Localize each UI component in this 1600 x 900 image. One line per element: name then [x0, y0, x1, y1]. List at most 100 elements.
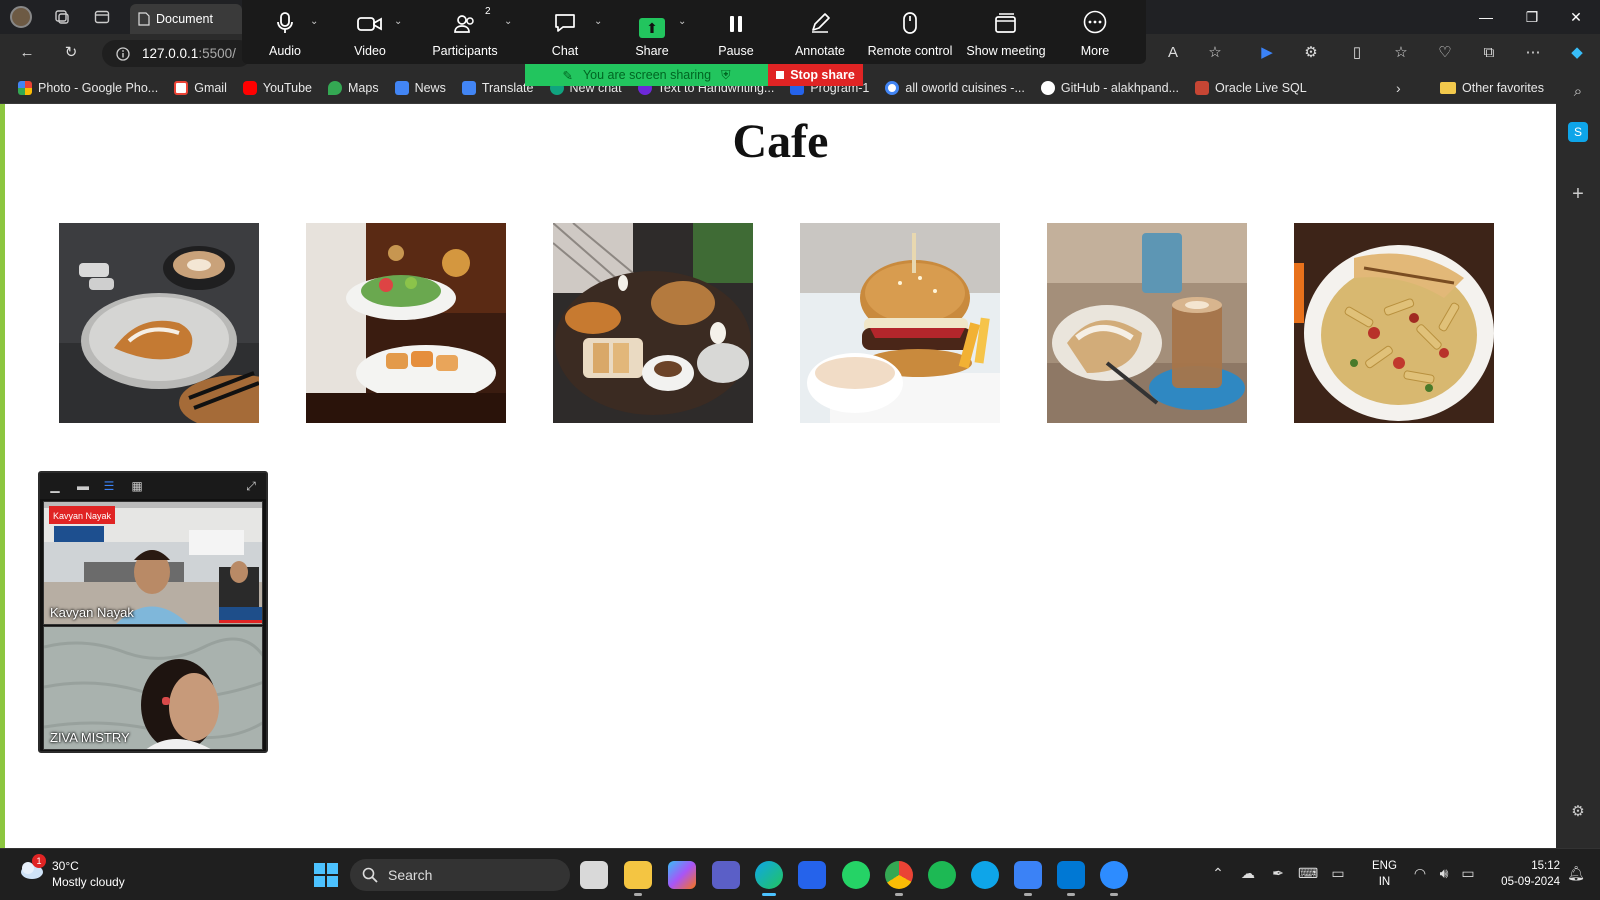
vscode-icon[interactable]: [1057, 861, 1085, 896]
notepad-icon[interactable]: [1014, 861, 1042, 896]
show-meeting-button[interactable]: Show meeting: [960, 0, 1052, 64]
chevron-down-icon[interactable]: ⌄: [504, 16, 512, 27]
favorite-label: YouTube: [262, 80, 312, 95]
gmail-icon: [174, 80, 189, 95]
tab-document[interactable]: Document: [130, 4, 242, 34]
favorite-item[interactable]: Oracle Live SQL: [1189, 76, 1313, 100]
close-icon[interactable]: ✕: [1556, 6, 1596, 28]
restore-icon[interactable]: ❐: [1512, 6, 1552, 28]
stop-share-button[interactable]: Stop share: [768, 64, 863, 86]
minimize-video-icon[interactable]: ▁: [48, 479, 62, 493]
chevron-down-icon[interactable]: ⌄: [394, 16, 402, 27]
chrome-icon[interactable]: [885, 861, 913, 896]
spotify-icon[interactable]: [928, 861, 956, 889]
battery-icon[interactable]: ▭: [1458, 865, 1478, 882]
file-explorer-icon[interactable]: [624, 861, 652, 896]
tab-actions-icon[interactable]: [94, 9, 110, 25]
pen-input-icon[interactable]: ✒: [1268, 865, 1288, 882]
video-button[interactable]: Video ⌄: [328, 0, 412, 64]
chevron-down-icon[interactable]: ⌄: [678, 16, 686, 27]
favorites-icon[interactable]: ☆: [1392, 44, 1410, 62]
skype-icon[interactable]: S: [1568, 122, 1588, 142]
chat-button[interactable]: Chat ⌄: [518, 0, 612, 64]
info-icon[interactable]: [116, 46, 130, 61]
address-bar[interactable]: 127.0.0.1:5500/: [102, 40, 252, 67]
pause-button[interactable]: Pause: [692, 0, 780, 64]
profile-avatar[interactable]: [10, 6, 32, 28]
remote-desktop-icon[interactable]: [798, 861, 826, 889]
camera-icon: [357, 14, 383, 38]
copilot-app-icon[interactable]: [668, 861, 696, 889]
start-button[interactable]: [314, 863, 338, 887]
remote-control-button[interactable]: Remote control: [860, 0, 960, 64]
participants-button[interactable]: 2 Participants ⌄: [412, 0, 518, 64]
menu-more-icon[interactable]: ⋯: [1524, 44, 1542, 62]
zoom-video-panel[interactable]: ▁ ▬ ☰ ▦ ⤢ Kavyan Nayak Kavyan Nayak ZIVA…: [38, 471, 268, 753]
salad-plates-photo: [306, 223, 506, 423]
collections-icon[interactable]: ⧉: [1480, 44, 1498, 62]
minimize-icon[interactable]: —: [1466, 6, 1506, 28]
settings-icon[interactable]: ⚙: [1568, 802, 1588, 822]
audio-button[interactable]: Audio ⌄: [242, 0, 328, 64]
chevron-up-icon[interactable]: ⌃: [1208, 865, 1228, 882]
expand-icon[interactable]: ⤢: [244, 479, 258, 493]
clock[interactable]: 15:12 05-09-2024: [1490, 858, 1560, 890]
url-port: :5500/: [198, 46, 236, 61]
language-indicator[interactable]: ENG IN: [1372, 858, 1397, 890]
add-icon[interactable]: +: [1568, 184, 1588, 204]
copilot-icon[interactable]: ◆: [1568, 44, 1586, 62]
search-icon[interactable]: ⌕: [1568, 82, 1588, 102]
github-icon: [1040, 80, 1055, 95]
taskbar-search[interactable]: Search: [350, 859, 570, 891]
favorite-label: GitHub - alakhpand...: [1060, 80, 1179, 95]
share-button[interactable]: ⬆ Share ⌄: [612, 0, 692, 64]
favorite-label: News: [414, 80, 446, 95]
workspaces-icon[interactable]: [54, 9, 70, 25]
back-icon[interactable]: ←: [18, 44, 36, 62]
chat-icon: [553, 12, 577, 38]
more-button[interactable]: More: [1052, 0, 1138, 64]
onedrive-icon[interactable]: ☁: [1238, 865, 1258, 882]
chevron-down-icon[interactable]: ⌄: [594, 16, 602, 27]
browser-essentials-icon[interactable]: ♡: [1436, 44, 1454, 62]
favorite-star-icon[interactable]: ☆: [1206, 44, 1224, 62]
notification-bell-icon[interactable]: 🔔︎: [1566, 865, 1586, 882]
oracle-icon: [1195, 80, 1209, 95]
volume-icon[interactable]: 🔊︎: [1434, 865, 1454, 882]
favorite-item[interactable]: News: [389, 76, 452, 100]
wifi-icon[interactable]: ◠: [1410, 865, 1430, 882]
favorite-item[interactable]: Photo - Google Pho...: [12, 76, 164, 100]
keyboard-icon[interactable]: ⌨: [1298, 865, 1318, 882]
gallery-view-icon[interactable]: ▦: [130, 479, 144, 493]
search-placeholder: Search: [388, 867, 433, 883]
whatsapp-icon[interactable]: [842, 861, 870, 889]
side-by-side-view-icon[interactable]: ☰: [102, 479, 116, 493]
canva-icon[interactable]: [971, 861, 999, 889]
favorite-item[interactable]: YouTube: [237, 76, 318, 100]
favorite-item[interactable]: all oworld cuisines -...: [879, 76, 1031, 100]
bing-icon[interactable]: ▶: [1258, 44, 1276, 62]
read-aloud-icon[interactable]: A: [1164, 44, 1182, 62]
favorite-item[interactable]: GitHub - alakhpand...: [1035, 76, 1185, 100]
participant-tile[interactable]: Kavyan Nayak Kavyan Nayak: [43, 501, 263, 625]
single-view-icon[interactable]: ▬: [76, 479, 90, 493]
favorite-item[interactable]: Maps: [322, 76, 385, 100]
pin-icon: ✎: [562, 68, 573, 83]
chevron-down-icon[interactable]: ⌄: [310, 16, 318, 27]
favorites-overflow-icon[interactable]: ›: [1396, 80, 1401, 96]
favorite-item[interactable]: Gmail: [168, 76, 233, 100]
extensions-icon[interactable]: ⚙: [1302, 44, 1320, 62]
weather-widget[interactable]: 1 30°C Mostly cloudy: [18, 854, 125, 890]
display-icon[interactable]: ▭: [1328, 865, 1348, 882]
refresh-icon[interactable]: ↻: [62, 44, 80, 62]
task-view-icon[interactable]: [580, 861, 608, 889]
edge-icon[interactable]: [755, 861, 783, 896]
share-label: Share: [635, 44, 669, 58]
screen-sharing-banner[interactable]: ✎ You are screen sharing ⛨: [525, 64, 768, 86]
teams-icon[interactable]: [712, 861, 740, 889]
annotate-button[interactable]: Annotate: [780, 0, 860, 64]
other-favorites[interactable]: Other favorites: [1440, 76, 1544, 100]
zoom-icon[interactable]: [1100, 861, 1128, 896]
participant-tile[interactable]: ZIVA MISTRY: [43, 626, 263, 750]
split-screen-icon[interactable]: ▯: [1348, 44, 1366, 62]
